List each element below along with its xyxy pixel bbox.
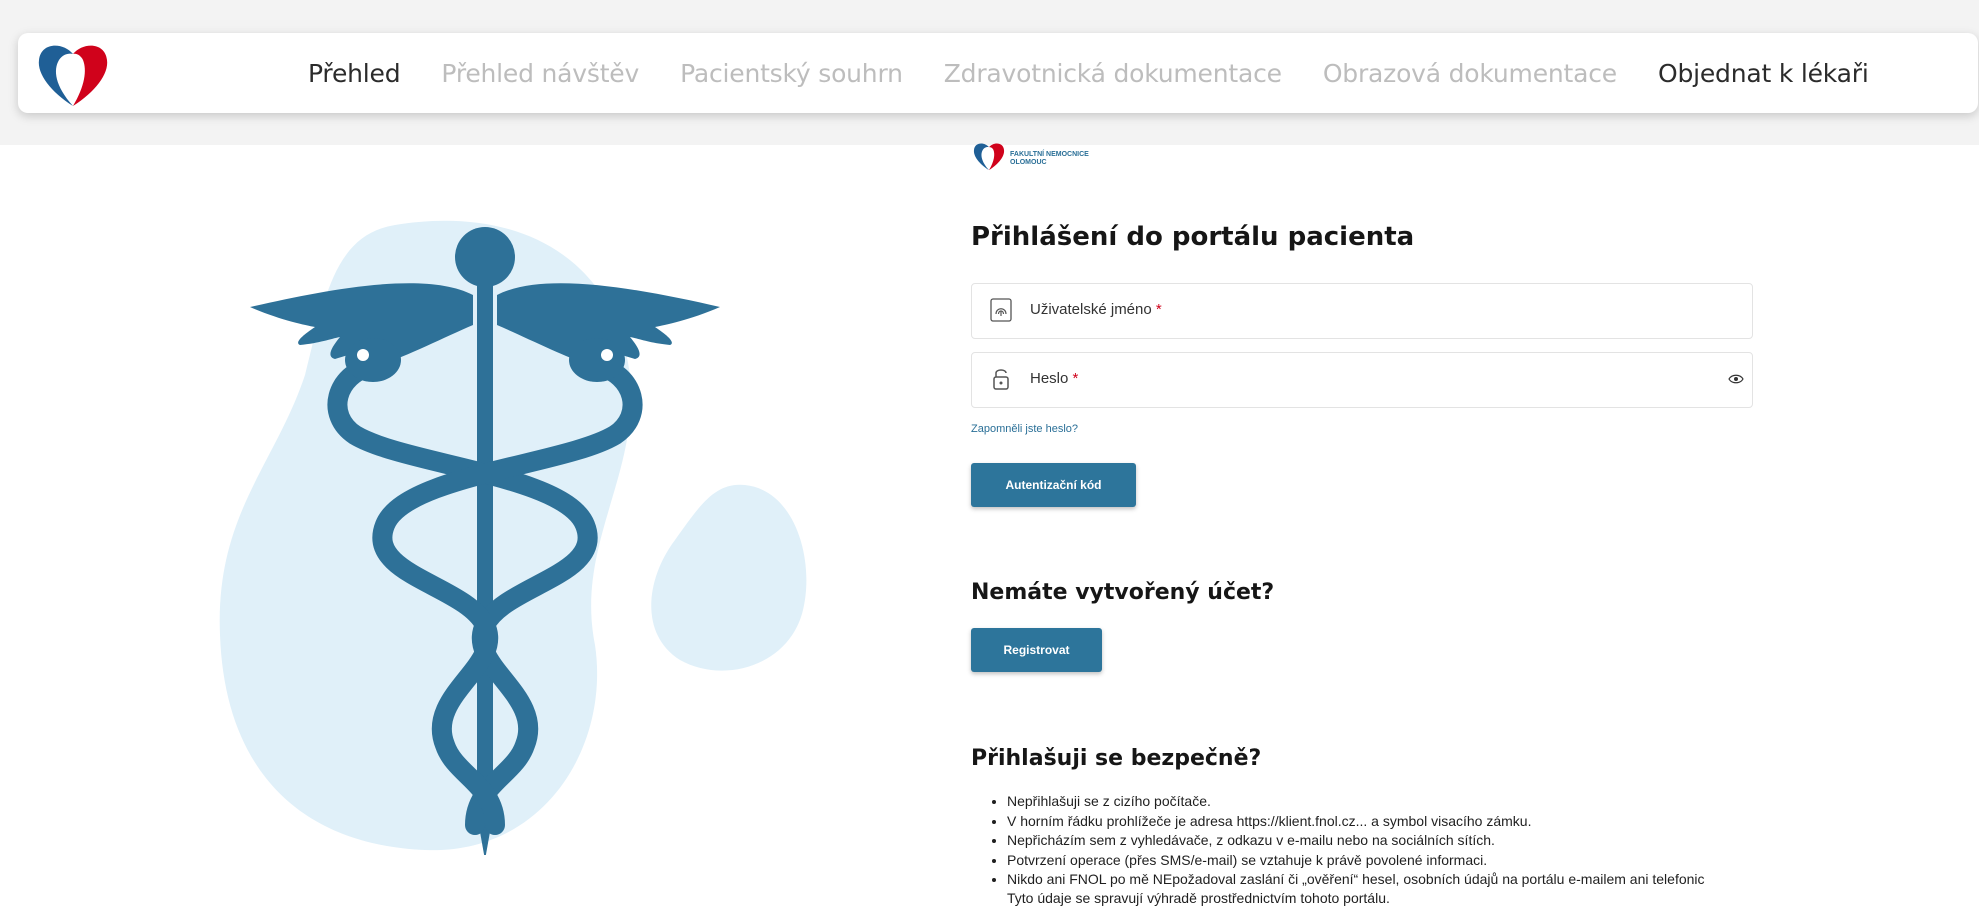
fingerprint-icon: [990, 298, 1012, 322]
list-item: Nepřicházím sem z vyhledávače, z odkazu …: [1007, 831, 1847, 851]
top-navigation: Přehled Přehled návštěv Pacientský souhr…: [18, 33, 1978, 113]
tab-prehled-navstev[interactable]: Přehled návštěv: [441, 59, 639, 88]
padlock-icon: [993, 369, 1009, 390]
page-title: Přihlášení do portálu pacienta: [971, 222, 1415, 252]
security-tip-continuation: Tyto údaje se spravují výhradě prostředn…: [1007, 890, 1390, 906]
list-item: Nikdo ani FNOL po mě NEpožadoval zaslání…: [1007, 870, 1847, 890]
list-item: Nepřihlašuji se z cizího počítače.: [1007, 792, 1847, 812]
username-label: Uživatelské jméno *: [1030, 301, 1162, 318]
tab-prehled[interactable]: Přehled: [308, 59, 401, 88]
tab-obrazova-dokumentace[interactable]: Obrazová dokumentace: [1323, 59, 1617, 88]
eye-icon[interactable]: [1728, 373, 1744, 385]
auth-code-button[interactable]: Autentizační kód: [971, 463, 1136, 507]
heart-logo-icon[interactable]: [33, 40, 113, 108]
nav-tabs: Přehled Přehled návštěv Pacientský souhr…: [308, 33, 1910, 113]
hospital-logo: FAKULTNÍ NEMOCNICE OLOMOUC: [971, 141, 1089, 171]
password-field[interactable]: Heslo *: [971, 352, 1753, 408]
tab-pacientsky-souhrn[interactable]: Pacientský souhrn: [680, 59, 903, 88]
username-field[interactable]: Uživatelské jméno *: [971, 283, 1753, 339]
list-item: V horním řádku prohlížeče je adresa http…: [1007, 812, 1847, 832]
password-label: Heslo *: [1030, 370, 1079, 387]
hospital-logo-text: FAKULTNÍ NEMOCNICE OLOMOUC: [1010, 151, 1089, 166]
register-button[interactable]: Registrovat: [971, 628, 1102, 672]
forgot-password-link[interactable]: Zapomněli jste heslo?: [971, 423, 1078, 435]
security-tips-list: Nepřihlašuji se z cizího počítače. V hor…: [971, 792, 1847, 890]
tab-objednat-k-lekari[interactable]: Objednat k lékaři: [1658, 59, 1869, 88]
tab-zdravotnicka-dokumentace[interactable]: Zdravotnická dokumentace: [944, 59, 1282, 88]
list-item: Potvrzení operace (přes SMS/e-mail) se v…: [1007, 851, 1847, 871]
security-heading: Přihlašuji se bezpečně?: [971, 746, 1262, 771]
caduceus-icon: [250, 227, 720, 855]
no-account-heading: Nemáte vytvořený účet?: [971, 580, 1275, 605]
heart-logo-small-icon: [973, 143, 1005, 171]
